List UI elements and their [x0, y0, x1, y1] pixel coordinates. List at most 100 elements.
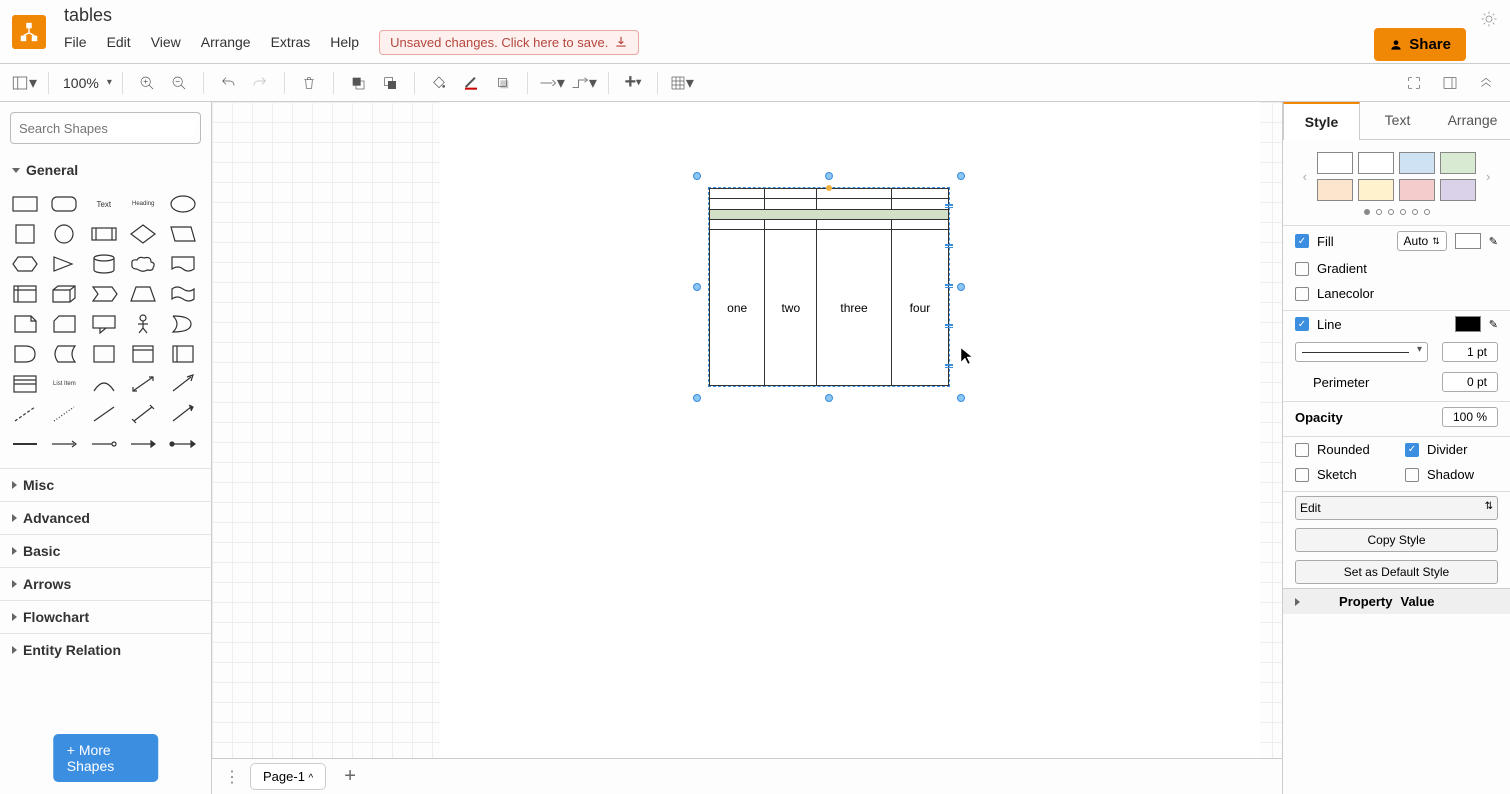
- menu-view[interactable]: View: [151, 34, 181, 50]
- pager-dot[interactable]: [1412, 209, 1418, 215]
- shape-hexagon[interactable]: [10, 252, 40, 276]
- waypoint-icon[interactable]: ▾: [570, 69, 598, 97]
- edit-select[interactable]: Edit⇅: [1295, 496, 1498, 520]
- cat-arrows[interactable]: Arrows: [0, 567, 211, 600]
- shape-text[interactable]: Text: [89, 192, 119, 216]
- tab-style[interactable]: Style: [1283, 102, 1360, 140]
- cat-basic[interactable]: Basic: [0, 534, 211, 567]
- selection-handle[interactable]: [825, 172, 833, 180]
- pager-dot[interactable]: [1388, 209, 1394, 215]
- shape-actor[interactable]: [128, 312, 158, 336]
- selection-handle[interactable]: [693, 394, 701, 402]
- swatch[interactable]: [1399, 179, 1435, 201]
- shape-bidir-arrow[interactable]: [128, 372, 158, 396]
- shape-triangle[interactable]: [49, 252, 79, 276]
- canvas[interactable]: one two three four: [212, 102, 1282, 794]
- table-object[interactable]: one two three four: [708, 187, 950, 387]
- perimeter-input[interactable]: [1442, 372, 1498, 392]
- shape-dashed[interactable]: [10, 402, 40, 426]
- shape-or[interactable]: [168, 312, 198, 336]
- shape-parallelogram[interactable]: [168, 222, 198, 246]
- more-shapes-button[interactable]: + More Shapes: [53, 734, 159, 782]
- selection-handle[interactable]: [693, 283, 701, 291]
- property-header[interactable]: Property Value: [1283, 588, 1510, 614]
- divider-checkbox[interactable]: ✓: [1405, 443, 1419, 457]
- cat-flowchart[interactable]: Flowchart: [0, 600, 211, 633]
- line-checkbox[interactable]: ✓: [1295, 317, 1309, 331]
- line-color[interactable]: [1455, 316, 1481, 332]
- swatch[interactable]: [1358, 152, 1394, 174]
- selection-handle[interactable]: [693, 172, 701, 180]
- cat-advanced[interactable]: Advanced: [0, 501, 211, 534]
- zoom-level[interactable]: 100%: [59, 75, 103, 91]
- zoom-out-icon[interactable]: [165, 69, 193, 97]
- pages-menu-icon[interactable]: ⋮: [224, 767, 240, 787]
- connection-icon[interactable]: ▾: [538, 69, 566, 97]
- shape-link5[interactable]: [168, 432, 198, 456]
- search-input[interactable]: [19, 121, 195, 136]
- selection-handle[interactable]: [825, 394, 833, 402]
- shape-bidir-line[interactable]: [128, 402, 158, 426]
- pager-dot[interactable]: [1364, 209, 1370, 215]
- shape-process[interactable]: [89, 222, 119, 246]
- menu-arrange[interactable]: Arrange: [201, 34, 251, 50]
- menu-edit[interactable]: Edit: [107, 34, 131, 50]
- shape-cylinder[interactable]: [89, 252, 119, 276]
- fill-color-icon[interactable]: [425, 69, 453, 97]
- format-panel-icon[interactable]: [1436, 69, 1464, 97]
- fill-mode-select[interactable]: Auto⇅: [1397, 231, 1447, 251]
- insert-icon[interactable]: +▾: [619, 69, 647, 97]
- shape-link3[interactable]: [89, 432, 119, 456]
- cat-entity-relation[interactable]: Entity Relation: [0, 633, 211, 666]
- row-resize-handle[interactable]: [945, 324, 953, 330]
- opacity-input[interactable]: [1442, 407, 1498, 427]
- selection-handle[interactable]: [957, 283, 965, 291]
- to-back-icon[interactable]: [376, 69, 404, 97]
- cat-general[interactable]: General: [0, 154, 211, 186]
- tab-text[interactable]: Text: [1360, 102, 1435, 139]
- document-title[interactable]: tables: [64, 5, 639, 26]
- shape-ellipse[interactable]: [168, 192, 198, 216]
- shape-internal-storage[interactable]: [10, 282, 40, 306]
- shape-diamond[interactable]: [128, 222, 158, 246]
- shape-data-storage[interactable]: [49, 342, 79, 366]
- shape-dir-line[interactable]: [168, 402, 198, 426]
- shape-link[interactable]: [10, 432, 40, 456]
- shape-frame-v[interactable]: [168, 342, 198, 366]
- swatch[interactable]: [1317, 179, 1353, 201]
- pager-dot[interactable]: [1400, 209, 1406, 215]
- fill-color[interactable]: [1455, 233, 1481, 249]
- theme-toggle[interactable]: [1480, 10, 1498, 33]
- shadow-checkbox[interactable]: [1405, 468, 1419, 482]
- shape-tape[interactable]: [168, 282, 198, 306]
- shape-dotted[interactable]: [49, 402, 79, 426]
- undo-icon[interactable]: [214, 69, 242, 97]
- unsaved-warning[interactable]: Unsaved changes. Click here to save.: [379, 30, 639, 55]
- swatch[interactable]: [1358, 179, 1394, 201]
- shape-cube[interactable]: [49, 282, 79, 306]
- shape-link2[interactable]: [49, 432, 79, 456]
- pager-dot[interactable]: [1424, 209, 1430, 215]
- delete-icon[interactable]: [295, 69, 323, 97]
- rounded-checkbox[interactable]: [1295, 443, 1309, 457]
- shape-trapezoid[interactable]: [128, 282, 158, 306]
- default-style-button[interactable]: Set as Default Style: [1295, 560, 1498, 584]
- shape-heading[interactable]: Heading: [128, 192, 158, 216]
- page-tab[interactable]: Page-1 ^: [250, 763, 326, 790]
- shape-rect[interactable]: [10, 192, 40, 216]
- shadow-icon[interactable]: [489, 69, 517, 97]
- pager-dot[interactable]: [1376, 209, 1382, 215]
- eyedropper-icon[interactable]: ✎: [1489, 235, 1498, 248]
- shape-curve[interactable]: [89, 372, 119, 396]
- sidebar-toggle[interactable]: ▾: [10, 69, 38, 97]
- shape-list[interactable]: [10, 372, 40, 396]
- app-logo[interactable]: [12, 15, 46, 49]
- swatch-prev[interactable]: ‹: [1299, 169, 1311, 184]
- selection-handle[interactable]: [957, 394, 965, 402]
- menu-file[interactable]: File: [64, 34, 87, 50]
- shape-step[interactable]: [89, 282, 119, 306]
- swatch[interactable]: [1317, 152, 1353, 174]
- line-color-icon[interactable]: [457, 69, 485, 97]
- shape-circle[interactable]: [49, 222, 79, 246]
- shape-and[interactable]: [10, 342, 40, 366]
